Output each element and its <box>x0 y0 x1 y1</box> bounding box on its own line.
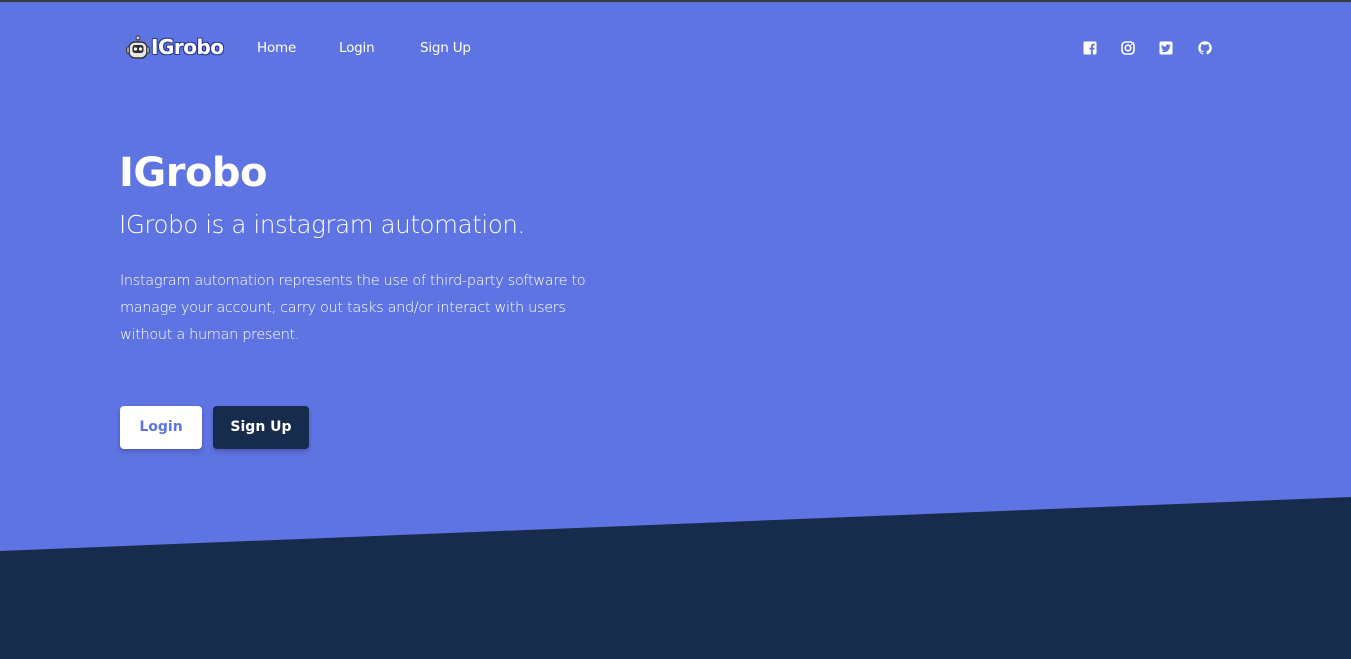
hero-title: IGrobo <box>119 150 268 196</box>
github-link[interactable] <box>1197 40 1213 56</box>
brand-logo[interactable]: IGrobo <box>125 32 224 62</box>
nav-link-home[interactable]: Home <box>257 40 296 56</box>
login-button[interactable]: Login <box>120 406 202 449</box>
facebook-link[interactable] <box>1082 40 1098 56</box>
twitter-square-icon <box>1159 41 1173 55</box>
hero-subtitle: IGrobo is a instagram automation. <box>119 210 525 239</box>
nav-link-signup[interactable]: Sign Up <box>420 40 471 56</box>
instagram-icon <box>1121 41 1135 55</box>
nav-link-login[interactable]: Login <box>339 40 375 56</box>
hero-description: Instagram automation represents the use … <box>120 273 586 343</box>
facebook-square-icon <box>1083 41 1097 55</box>
brand-name: IGrobo <box>151 35 224 59</box>
github-icon <box>1198 41 1212 55</box>
signup-button[interactable]: Sign Up <box>213 406 309 449</box>
twitter-link[interactable] <box>1158 40 1174 56</box>
instagram-link[interactable] <box>1120 40 1136 56</box>
hero-section: IGrobo Home Login Sign Up IGrobo IGrobo … <box>0 2 1351 659</box>
robot-logo-icon <box>126 35 150 59</box>
